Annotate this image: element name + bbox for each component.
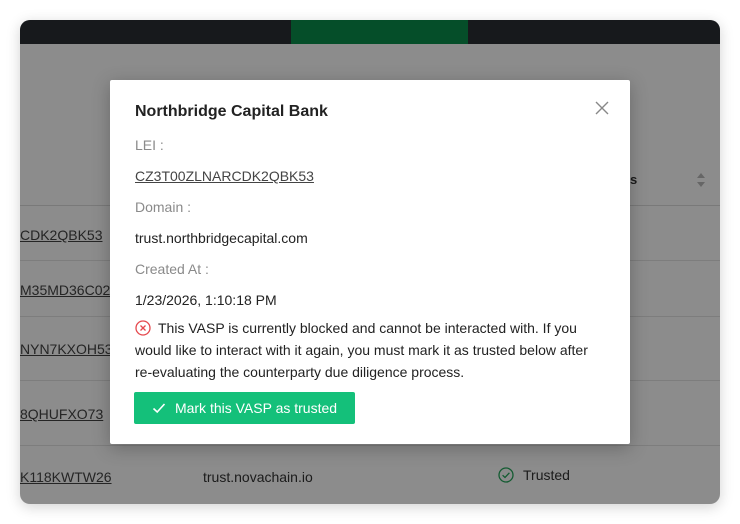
created-at-label: Created At :	[135, 261, 209, 277]
lei-link[interactable]: CZ3T00ZLNARCDK2QBK53	[135, 168, 314, 184]
mark-trusted-label: Mark this VASP as trusted	[174, 400, 338, 416]
lei-label: LEI :	[135, 137, 164, 153]
vasp-detail-modal: Northbridge Capital Bank LEI : CZ3T00ZLN…	[110, 80, 630, 444]
domain-value: trust.northbridgecapital.com	[135, 230, 308, 246]
blocked-warning-text: This VASP is currently blocked and canno…	[135, 320, 588, 380]
created-at-value: 1/23/2026, 1:10:18 PM	[135, 292, 277, 308]
close-icon[interactable]	[592, 98, 612, 118]
mark-trusted-button[interactable]: Mark this VASP as trusted	[134, 392, 355, 424]
check-icon	[152, 403, 166, 414]
modal-title: Northbridge Capital Bank	[135, 103, 328, 120]
domain-label: Domain :	[135, 199, 192, 215]
